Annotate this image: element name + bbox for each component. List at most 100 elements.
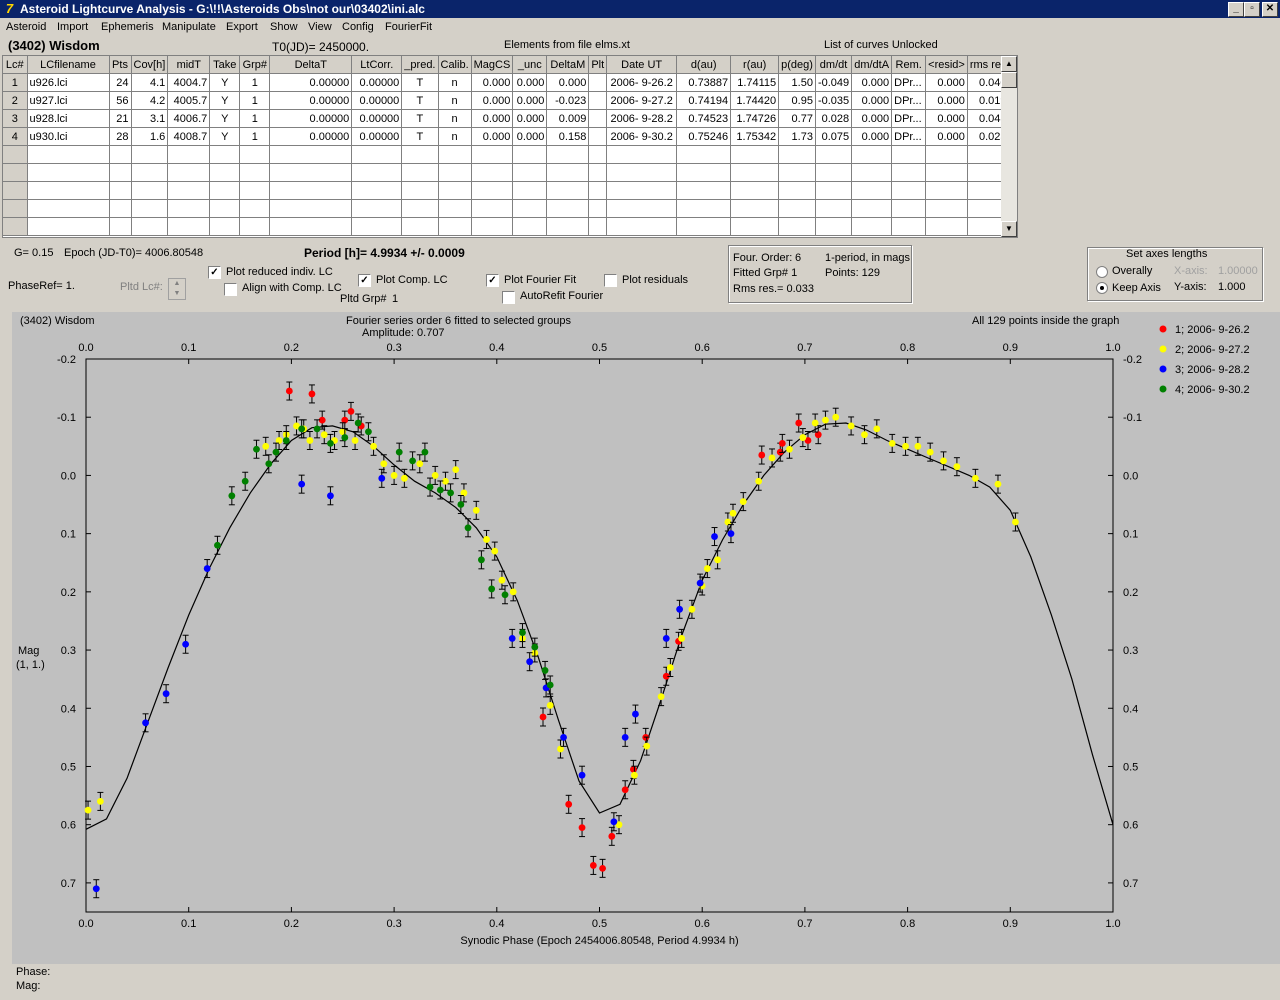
table-cell[interactable]: 2006- 9-26.2 (606, 73, 678, 92)
table-cell[interactable] (239, 145, 271, 164)
table-cell[interactable] (546, 181, 590, 200)
row-header[interactable]: 1 (3, 73, 28, 92)
table-cell[interactable]: DPr... (891, 109, 927, 128)
table-cell[interactable] (239, 217, 271, 236)
table-cell[interactable]: 0.000 (851, 91, 893, 110)
table-cell[interactable] (851, 199, 893, 218)
table-cell[interactable]: -0.023 (546, 91, 590, 110)
table-cell[interactable] (778, 199, 816, 218)
table-cell[interactable]: 0.000 (925, 127, 968, 146)
table-cell[interactable]: 0.075 (815, 127, 853, 146)
row-header[interactable] (3, 145, 28, 164)
menu-manipulate[interactable]: Manipulate (162, 21, 216, 33)
table-cell[interactable] (778, 163, 816, 182)
table-cell[interactable] (546, 145, 590, 164)
table-cell[interactable]: 0.00000 (269, 91, 353, 110)
row-header[interactable] (3, 199, 28, 218)
table-cell[interactable]: 0.75246 (676, 127, 732, 146)
table-cell[interactable]: T (401, 109, 439, 128)
column-header[interactable]: DeltaM (546, 56, 590, 74)
table-row[interactable]: 1 u926.lci 24 4.1 4004.7 Y 1 0.00000 0.00000 Tn 0.… (3, 73, 1010, 92)
table-cell[interactable]: 1 (239, 73, 271, 92)
table-cell[interactable] (438, 163, 472, 182)
table-cell[interactable]: 0.000 (851, 73, 893, 92)
table-cell[interactable] (676, 163, 732, 182)
keep-axis-radio[interactable] (1096, 282, 1108, 294)
table-cell[interactable] (891, 181, 927, 200)
column-header[interactable]: _pred. (401, 56, 439, 74)
table-cell[interactable] (438, 145, 472, 164)
scroll-down-icon[interactable]: ▼ (1001, 221, 1017, 237)
table-cell[interactable]: 28 (109, 127, 132, 146)
table-cell[interactable] (269, 199, 353, 218)
lightcurve-plot[interactable]: (3402) Wisdom Fourier series order 6 fit… (12, 312, 1280, 964)
maximize-button[interactable]: ▫ (1244, 2, 1260, 17)
table-cell[interactable] (209, 181, 241, 200)
table-cell[interactable] (351, 163, 403, 182)
column-header[interactable]: dm/dtA (851, 56, 893, 74)
table-cell[interactable] (512, 145, 548, 164)
table-cell[interactable]: 4005.7 (167, 91, 211, 110)
menu-show[interactable]: Show (270, 21, 298, 33)
table-cell[interactable]: 0.74194 (676, 91, 732, 110)
table-cell[interactable] (401, 145, 439, 164)
table-cell[interactable]: Y (209, 109, 241, 128)
table-cell[interactable]: Y (209, 127, 241, 146)
table-cell[interactable] (588, 181, 608, 200)
table-cell[interactable]: 2006- 9-30.2 (606, 127, 678, 146)
table-cell[interactable] (239, 181, 271, 200)
table-cell[interactable]: 1 (239, 91, 271, 110)
table-cell[interactable] (401, 181, 439, 200)
table-cell[interactable]: 1 (239, 127, 271, 146)
table-cell[interactable]: 4006.7 (167, 109, 211, 128)
column-header[interactable]: LCfilename (27, 56, 110, 74)
table-row[interactable] (3, 145, 1010, 164)
table-cell[interactable]: 21 (109, 109, 132, 128)
table-cell[interactable] (815, 163, 853, 182)
table-cell[interactable] (167, 199, 211, 218)
table-cell[interactable]: T (401, 127, 439, 146)
table-cell[interactable] (209, 217, 241, 236)
table-cell[interactable] (351, 217, 403, 236)
table-cell[interactable]: 0.158 (546, 127, 590, 146)
table-cell[interactable]: u928.lci (27, 109, 110, 128)
table-cell[interactable] (815, 181, 853, 200)
table-cell[interactable] (778, 181, 816, 200)
table-cell[interactable]: 0.000 (512, 91, 548, 110)
pltd-lc-spinner[interactable]: ▲ ▼ (168, 278, 186, 300)
table-cell[interactable]: 4.2 (131, 91, 169, 110)
column-header[interactable]: <resid> (925, 56, 968, 74)
table-cell[interactable] (109, 199, 132, 218)
table-cell[interactable]: 0.00000 (269, 73, 353, 92)
table-cell[interactable]: 0.00000 (351, 109, 403, 128)
table-cell[interactable] (778, 145, 816, 164)
table-cell[interactable] (891, 145, 927, 164)
table-cell[interactable]: 0.000 (512, 109, 548, 128)
table-cell[interactable]: 0.00000 (269, 127, 353, 146)
table-cell[interactable] (438, 199, 472, 218)
table-cell[interactable] (925, 217, 968, 236)
table-cell[interactable] (131, 181, 169, 200)
table-cell[interactable]: 0.000 (512, 73, 548, 92)
table-cell[interactable] (851, 145, 893, 164)
table-cell[interactable] (471, 181, 514, 200)
table-row[interactable] (3, 181, 1010, 200)
table-cell[interactable]: u927.lci (27, 91, 110, 110)
table-cell[interactable] (269, 163, 353, 182)
table-cell[interactable] (438, 181, 472, 200)
table-cell[interactable] (471, 217, 514, 236)
row-header[interactable]: 3 (3, 109, 28, 128)
table-cell[interactable] (925, 199, 968, 218)
menu-fourierfit[interactable]: FourierFit (385, 21, 432, 33)
autorefit-checkbox[interactable] (502, 291, 515, 304)
table-cell[interactable] (925, 181, 968, 200)
table-cell[interactable] (606, 217, 678, 236)
table-cell[interactable] (239, 163, 271, 182)
table-cell[interactable] (109, 181, 132, 200)
table-cell[interactable] (606, 181, 678, 200)
table-cell[interactable] (891, 163, 927, 182)
table-cell[interactable] (512, 163, 548, 182)
table-cell[interactable] (676, 181, 732, 200)
table-cell[interactable]: 0.00000 (351, 73, 403, 92)
table-cell[interactable] (401, 199, 439, 218)
